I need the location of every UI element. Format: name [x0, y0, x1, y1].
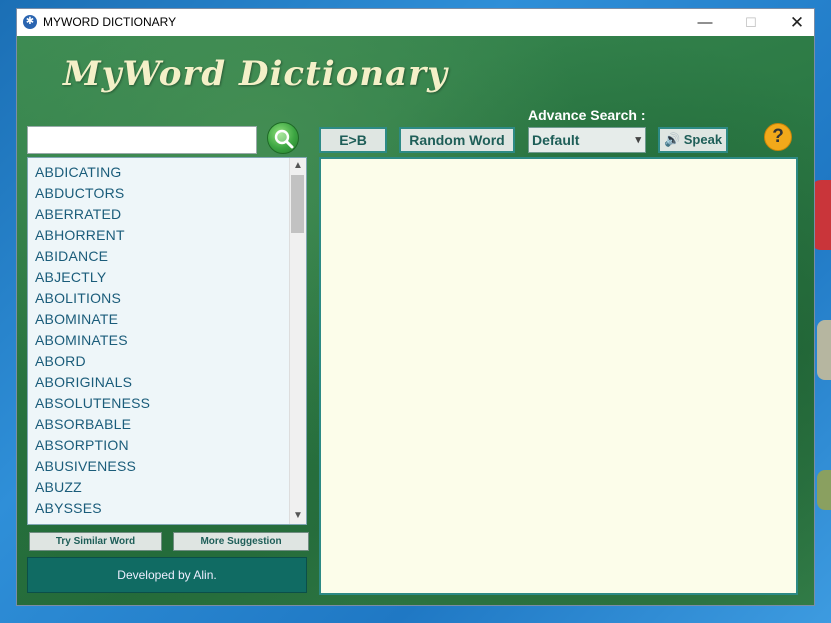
- list-item[interactable]: ABOMINATE: [35, 311, 118, 327]
- app-logo: MyWord Dictionary: [63, 54, 448, 94]
- random-word-button[interactable]: Random Word: [399, 127, 515, 153]
- window-title: MYWORD DICTIONARY: [43, 15, 177, 29]
- desktop-wallpaper-detail: [817, 320, 831, 380]
- advance-search-select[interactable]: Default ▾: [528, 127, 646, 153]
- more-suggestion-button[interactable]: More Suggestion: [173, 532, 309, 551]
- scroll-up-icon[interactable]: ▲: [290, 158, 306, 174]
- magnifier-icon: [274, 129, 294, 149]
- app-window: ✱ MYWORD DICTIONARY — ☐ ✕ MyWord Diction…: [16, 8, 815, 606]
- developer-credit: Developed by Alin.: [27, 557, 307, 593]
- list-item[interactable]: ABERRATED: [35, 206, 121, 222]
- list-item[interactable]: ABUZZ: [35, 479, 82, 495]
- list-item[interactable]: ABSORPTION: [35, 437, 129, 453]
- list-item[interactable]: ABJECTLY: [35, 269, 106, 285]
- app-client-area: MyWord Dictionary ABDICATING ABDUCTORS A…: [17, 36, 814, 605]
- list-item[interactable]: ABORIGINALS: [35, 374, 132, 390]
- list-item[interactable]: ABDUCTORS: [35, 185, 124, 201]
- app-icon: ✱: [23, 15, 37, 29]
- speak-button[interactable]: 🔊 Speak: [658, 127, 728, 153]
- desktop-wallpaper-detail: [817, 470, 831, 510]
- help-icon[interactable]: ?: [764, 123, 792, 151]
- scroll-thumb[interactable]: [291, 175, 304, 233]
- word-list-scrollbar[interactable]: ▲ ▼: [289, 158, 306, 524]
- scroll-down-icon[interactable]: ▼: [290, 508, 306, 524]
- speaker-icon: 🔊: [663, 132, 681, 147]
- search-button[interactable]: [267, 122, 299, 154]
- english-to-bangla-button[interactable]: E>B: [319, 127, 387, 153]
- list-item[interactable]: ABDICATING: [35, 164, 122, 180]
- list-item[interactable]: ABOMINATES: [35, 332, 128, 348]
- list-item[interactable]: ABOLITIONS: [35, 290, 121, 306]
- list-item[interactable]: ABORD: [35, 353, 86, 369]
- list-item[interactable]: ABHORRENT: [35, 227, 125, 243]
- try-similar-word-button[interactable]: Try Similar Word: [29, 532, 162, 551]
- list-item[interactable]: ABUSIVENESS: [35, 458, 136, 474]
- close-button[interactable]: ✕: [774, 9, 820, 36]
- minimize-button[interactable]: —: [682, 9, 728, 36]
- speak-label: Speak: [683, 132, 723, 147]
- word-list[interactable]: ABDICATING ABDUCTORS ABERRATED ABHORRENT…: [27, 157, 307, 525]
- list-item[interactable]: ABSOLUTENESS: [35, 395, 150, 411]
- list-item[interactable]: ABYSSES: [35, 500, 102, 516]
- advance-search-label: Advance Search :: [528, 107, 646, 123]
- search-input[interactable]: [27, 126, 257, 154]
- definition-output-area[interactable]: [319, 157, 798, 595]
- maximize-button[interactable]: ☐: [728, 9, 774, 36]
- list-item[interactable]: ABSORBABLE: [35, 416, 131, 432]
- title-bar: ✱ MYWORD DICTIONARY — ☐ ✕: [17, 9, 814, 36]
- list-item[interactable]: ABIDANCE: [35, 248, 108, 264]
- advance-search-selected: Default: [532, 132, 580, 148]
- chevron-down-icon: ▾: [635, 134, 641, 146]
